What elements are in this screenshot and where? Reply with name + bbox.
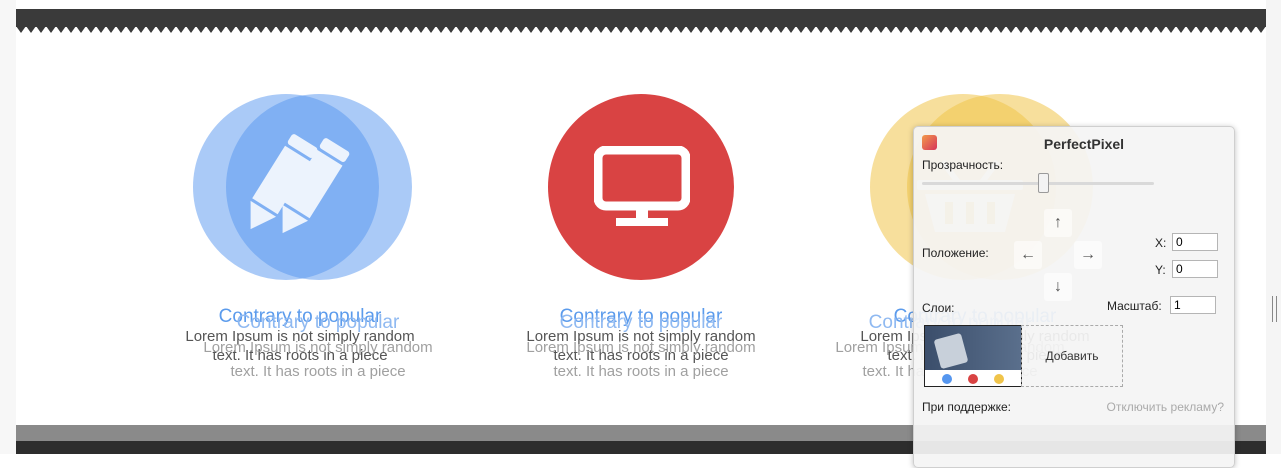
- move-left-button[interactable]: ←: [1014, 241, 1042, 269]
- perfectpixel-panel: PerfectPixel Прозрачность: ↑ Положение: …: [913, 126, 1235, 468]
- layer-thumbnail[interactable]: [924, 325, 1022, 387]
- feature-1-caption-overlay: Contrary to popular Lorem Ipsum is not s…: [168, 312, 468, 380]
- opacity-slider-thumb[interactable]: [1038, 173, 1049, 193]
- disable-ads-link[interactable]: Отключить рекламу?: [1107, 400, 1224, 414]
- feature-1-title-overlay: Contrary to popular: [236, 312, 400, 333]
- pencil-icon: [250, 134, 350, 234]
- zigzag-divider: [16, 26, 1266, 33]
- feature-1-line1-overlay: Lorem Ipsum is not simply random: [203, 339, 433, 356]
- opacity-label: Прозрачность:: [922, 158, 1004, 172]
- layers-label: Слои:: [922, 301, 955, 315]
- support-label: При поддержке:: [922, 400, 1012, 414]
- y-input[interactable]: [1172, 260, 1218, 278]
- feature-2-title-overlay: Contrary to popular: [559, 312, 723, 333]
- scale-label: Масштаб:: [1107, 299, 1162, 313]
- move-up-button[interactable]: ↑: [1044, 209, 1072, 237]
- top-header-bar: [16, 9, 1266, 27]
- resize-handle[interactable]: [1272, 296, 1277, 322]
- monitor-icon: [594, 146, 690, 226]
- page-frame: Contrary to popular Lorem Ipsum is not s…: [0, 0, 1281, 468]
- left-edge: [0, 0, 16, 454]
- position-label: Положение:: [922, 246, 989, 260]
- perfectpixel-title: PerfectPixel: [1043, 136, 1125, 152]
- feature-2-line2-overlay: text. It has roots in a piece: [553, 363, 729, 380]
- scale-input[interactable]: [1170, 296, 1216, 314]
- feature-1-line2-overlay: text. It has roots in a piece: [230, 363, 406, 380]
- move-right-button[interactable]: →: [1074, 241, 1102, 269]
- x-label: X:: [1155, 236, 1167, 250]
- y-label: Y:: [1155, 263, 1166, 277]
- add-layer-button[interactable]: Добавить: [1021, 325, 1123, 387]
- feature-2-line1-overlay: Lorem Ipsum is not simply random: [526, 339, 756, 356]
- x-input[interactable]: [1172, 233, 1218, 251]
- feature-2-caption-overlay: Contrary to popular Lorem Ipsum is not s…: [491, 312, 791, 380]
- thumbnail-dot-blue: [942, 374, 952, 384]
- thumbnail-dot-red: [968, 374, 978, 384]
- move-down-button[interactable]: ↓: [1044, 273, 1072, 301]
- right-edge: [1266, 0, 1281, 454]
- thumbnail-dot-yellow: [994, 374, 1004, 384]
